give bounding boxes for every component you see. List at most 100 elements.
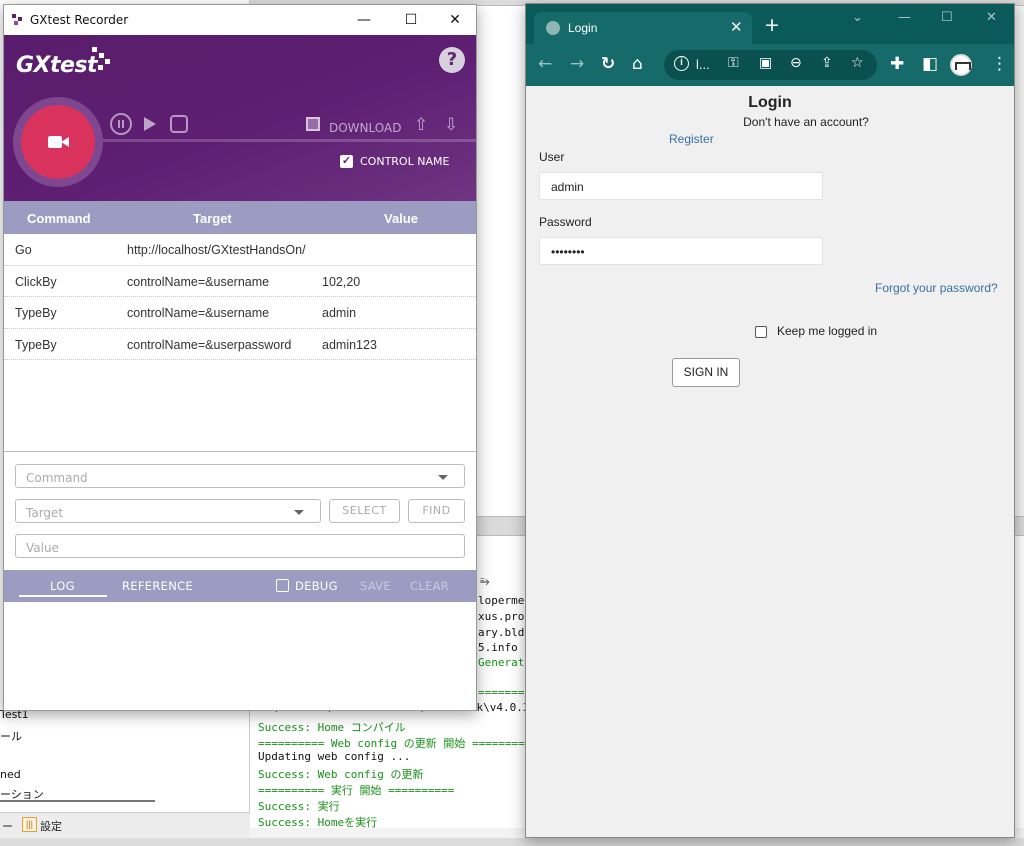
record-button[interactable]	[21, 105, 95, 179]
recorder-titlebar: GXtest Recorder — ☐ ✕	[4, 5, 476, 35]
row-command: Go	[15, 243, 32, 257]
control-name-checkbox[interactable]: ✓	[340, 155, 353, 168]
copy-icon[interactable]	[306, 117, 320, 131]
column-value: Value	[384, 211, 418, 226]
site-info-icon[interactable]: i	[674, 56, 689, 71]
row-command: TypeBy	[15, 306, 57, 320]
upload-icon[interactable]: ⇧	[414, 115, 428, 135]
address-text: l...	[696, 57, 710, 72]
password-input[interactable]: ••••••••	[539, 237, 823, 265]
sign-in-button[interactable]: SIGN IN	[672, 358, 740, 387]
extensions-icon[interactable]: ✚	[890, 54, 904, 74]
video-camera-icon	[48, 136, 62, 148]
reload-icon[interactable]: ↻	[601, 54, 615, 74]
row-value: admin	[322, 306, 357, 320]
table-row[interactable]: TypeBy controlName=&userpassword admin12…	[4, 329, 476, 360]
close-button[interactable]: ✕	[440, 10, 470, 30]
replay-icon[interactable]	[170, 115, 188, 133]
command-select[interactable]: Command	[15, 464, 465, 488]
output-line: ary.bld	[478, 626, 525, 639]
profile-avatar[interactable]	[950, 54, 972, 76]
output-line: Success: 実行	[258, 800, 340, 813]
zoom-icon[interactable]: ⊖	[790, 55, 802, 71]
row-command: ClickBy	[15, 274, 57, 289]
share-icon[interactable]: ⇪	[821, 55, 833, 71]
word-wrap-icon[interactable]: ⥱	[480, 574, 490, 589]
play-icon[interactable]	[144, 117, 156, 131]
browser-tab-login[interactable]: Login ✕	[534, 12, 752, 44]
register-link[interactable]: Register	[669, 132, 714, 146]
home-icon[interactable]: ⌂	[632, 54, 643, 74]
forgot-password-link[interactable]: Forgot your password?	[875, 281, 998, 295]
password-label: Password	[539, 215, 592, 229]
minimize-button[interactable]: —	[898, 10, 911, 25]
forward-icon[interactable]: →	[570, 54, 584, 74]
translate-icon[interactable]: ▣	[759, 55, 772, 71]
browser-window: Login ✕ + ⌄ — ☐ ✕ ← → ↻ ⌂ i l... ⚿ ▣ ⊖ ⇪…	[525, 3, 1015, 838]
settings-icon[interactable]: |||	[22, 817, 37, 832]
chevron-down-icon	[294, 510, 304, 515]
page-title: Login	[748, 94, 792, 111]
output-line: Success: Home コンパイル	[258, 721, 406, 734]
back-icon[interactable]: ←	[538, 54, 552, 74]
row-target: controlName=&username	[127, 274, 270, 289]
table-row[interactable]: TypeBy controlName=&username admin	[4, 297, 476, 329]
video-camera-lens	[61, 137, 69, 147]
chevron-down-icon	[438, 475, 448, 480]
browser-toolbar: ← → ↻ ⌂ i l... ⚿ ▣ ⊖ ⇪ ☆ ✚ ◧ ⋮	[526, 44, 1014, 86]
new-tab-button[interactable]: +	[764, 14, 780, 36]
control-name-label: CONTROL NAME	[360, 155, 450, 168]
select-button[interactable]: SELECT	[329, 499, 400, 523]
ide-tab-dash[interactable]: ー	[2, 818, 13, 834]
row-command: TypeBy	[15, 337, 57, 352]
minimize-button[interactable]: —	[349, 10, 379, 30]
debug-label: DEBUG	[295, 579, 338, 593]
save-button[interactable]: SAVE	[360, 579, 391, 593]
keep-logged-checkbox[interactable]	[755, 326, 767, 338]
find-button[interactable]: FIND	[408, 499, 465, 523]
user-input[interactable]: admin	[539, 172, 823, 200]
key-icon[interactable]: ⚿	[728, 55, 739, 71]
close-tab-icon[interactable]: ✕	[730, 18, 743, 36]
download-button[interactable]: DOWNLOAD	[329, 121, 401, 135]
help-button[interactable]: ?	[439, 47, 465, 73]
clear-button[interactable]: CLEAR	[410, 579, 449, 593]
maximize-button[interactable]: ☐	[396, 10, 426, 30]
table-row[interactable]: ClickBy controlName=&username 102,20	[4, 266, 476, 297]
output-line: 5.info	[478, 641, 518, 654]
command-table-body: Go http://localhost/GXtestHandsOn/ Click…	[4, 234, 476, 360]
maximize-button[interactable]: ☐	[941, 10, 953, 25]
output-line: xus.prog	[478, 610, 531, 623]
download-icon[interactable]: ⇩	[444, 115, 458, 135]
recorder-header: GXtest ? DOWNLOAD ⇧ ⇩ ✓ CONTROL NAME	[4, 35, 476, 201]
pause-icon[interactable]	[110, 113, 132, 135]
command-table-header: Command Target Value	[4, 201, 476, 234]
keep-logged-label: Keep me logged in	[777, 324, 878, 338]
ide-horizontal-scrollbar[interactable]	[0, 800, 155, 802]
ide-tab-settings[interactable]: 設定	[40, 818, 62, 834]
value-input[interactable]: Value	[15, 534, 465, 558]
output-line: Success: Homeを実行	[258, 816, 378, 829]
address-bar[interactable]: i l... ⚿ ▣ ⊖ ⇪ ☆	[664, 50, 877, 80]
side-panel-icon[interactable]: ◧	[922, 54, 938, 74]
output-line: ========	[478, 686, 531, 699]
active-tab-indicator	[19, 595, 107, 597]
ide-tree-item[interactable]: ned	[0, 768, 21, 781]
gxtest-logo: GXtest	[16, 53, 98, 78]
output-line: Success: Web config の更新	[258, 768, 424, 781]
table-row[interactable]: Go http://localhost/GXtestHandsOn/	[4, 234, 476, 266]
tab-search-icon[interactable]: ⌄	[852, 10, 863, 25]
row-value: 102,20	[322, 274, 361, 289]
tab-reference[interactable]: REFERENCE	[122, 579, 193, 593]
menu-icon[interactable]: ⋮	[991, 54, 1008, 74]
target-select[interactable]: Target	[15, 499, 321, 523]
debug-checkbox[interactable]	[276, 579, 289, 592]
output-line: ========== Web config の更新 開始 ========	[258, 737, 525, 750]
logo-dot	[92, 47, 97, 52]
tab-log[interactable]: LOG	[50, 579, 75, 593]
close-button[interactable]: ✕	[986, 10, 997, 25]
row-target: controlName=&username	[127, 306, 270, 320]
ide-tree-item[interactable]: ール	[0, 728, 22, 744]
output-line: Updating web config ...	[258, 750, 411, 763]
bookmark-star-icon[interactable]: ☆	[851, 55, 864, 71]
